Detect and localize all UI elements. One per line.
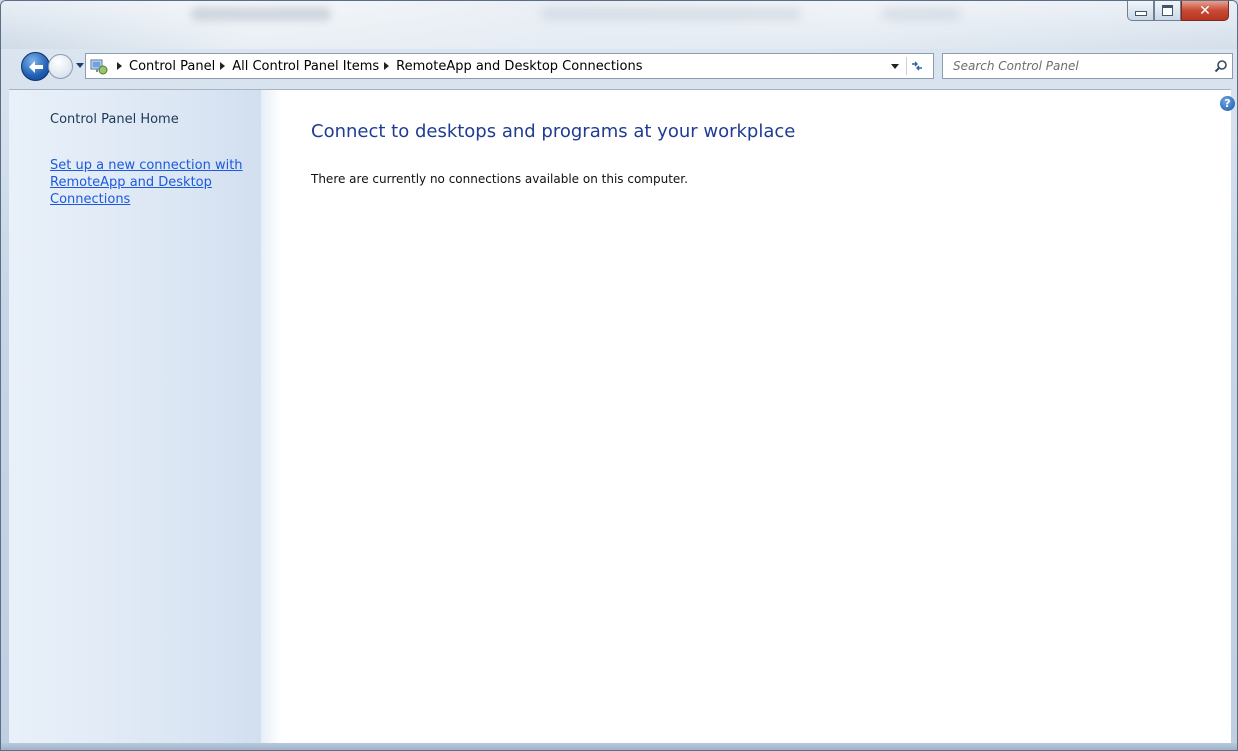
breadcrumb-control-panel[interactable]: Control Panel	[129, 59, 215, 74]
no-connections-message: There are currently no connections avail…	[311, 172, 688, 186]
content-area: Control Panel Home Set up a new connecti…	[9, 89, 1235, 746]
maximize-icon	[1162, 5, 1173, 16]
recent-pages-dropdown[interactable]	[76, 63, 84, 68]
close-button[interactable]: ✕	[1181, 1, 1229, 21]
minimize-button[interactable]	[1127, 1, 1154, 21]
minimize-icon	[1134, 11, 1147, 16]
breadcrumb-separator[interactable]	[384, 62, 390, 70]
title-bar[interactable]	[1, 1, 1237, 49]
help-button[interactable]: ?	[1220, 96, 1235, 111]
search-icon	[1214, 60, 1227, 73]
address-bar[interactable]: Control Panel All Control Panel Items Re…	[85, 53, 934, 79]
search-box[interactable]	[942, 53, 1233, 79]
refresh-button[interactable]	[906, 57, 927, 75]
breadcrumb-separator[interactable]	[220, 62, 226, 70]
search-input[interactable]	[943, 54, 1210, 78]
address-history-dropdown[interactable]	[891, 64, 899, 69]
close-icon: ✕	[1199, 2, 1211, 19]
control-panel-icon	[90, 57, 108, 75]
refresh-icon	[912, 61, 922, 71]
breadcrumb-remoteapp[interactable]: RemoteApp and Desktop Connections	[396, 59, 642, 74]
back-button[interactable]	[21, 52, 50, 81]
page-title: Connect to desktops and programs at your…	[311, 121, 796, 142]
help-icon: ?	[1224, 97, 1231, 110]
setup-connection-link[interactable]: Set up a new connection with RemoteApp a…	[50, 157, 255, 208]
navigation-bar: Control Panel All Control Panel Items Re…	[1, 48, 1237, 86]
window-bottom-border	[1, 743, 1237, 750]
maximize-button[interactable]	[1154, 1, 1181, 21]
breadcrumb-all-items[interactable]: All Control Panel Items	[232, 59, 379, 74]
forward-button[interactable]	[48, 54, 73, 79]
control-panel-home-link[interactable]: Control Panel Home	[50, 112, 179, 127]
search-button[interactable]	[1210, 55, 1232, 77]
breadcrumb-separator[interactable]	[117, 62, 122, 70]
window-caption-buttons: ✕	[1127, 1, 1229, 23]
task-pane: Control Panel Home Set up a new connecti…	[9, 90, 281, 746]
back-arrow-icon	[28, 60, 43, 73]
control-panel-window: ✕ Control Panel All Control Panel Items …	[0, 0, 1238, 751]
